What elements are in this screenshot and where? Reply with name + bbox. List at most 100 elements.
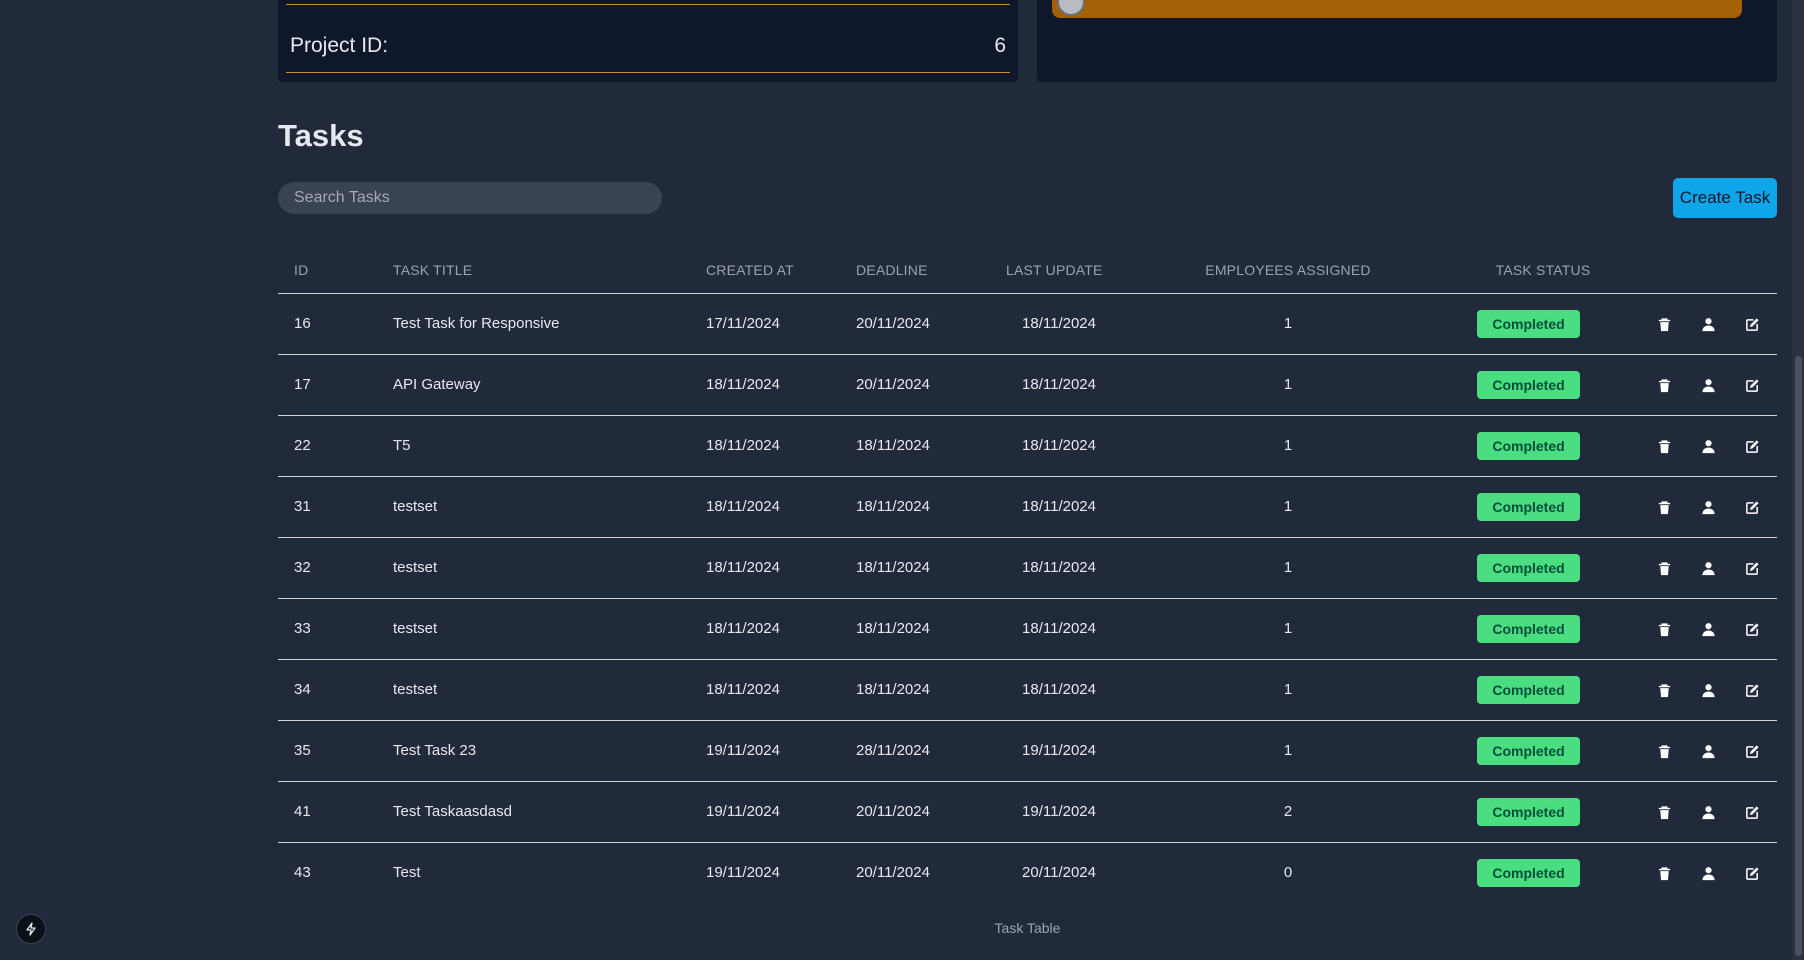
edit-task-button[interactable] [1741,496,1763,518]
edit-task-button[interactable] [1741,557,1763,579]
edit-task-button[interactable] [1741,374,1763,396]
bolt-icon [26,922,36,936]
task-created-at: 18/11/2024 [706,498,780,515]
delete-task-button[interactable] [1653,435,1675,457]
delete-task-button[interactable] [1653,313,1675,335]
edit-icon [1745,683,1760,698]
team-card [1037,0,1777,82]
assign-employee-button[interactable] [1697,496,1719,518]
assign-employee-button[interactable] [1697,618,1719,640]
trash-icon [1657,378,1672,393]
page-title: Tasks [278,118,364,153]
task-created-at: 18/11/2024 [706,376,780,393]
edit-task-button[interactable] [1741,862,1763,884]
task-employees-assigned: 1 [1283,620,1293,637]
edit-task-button[interactable] [1741,435,1763,457]
edit-icon [1745,866,1760,881]
task-deadline: 18/11/2024 [856,559,930,576]
task-id: 17 [294,376,311,393]
task-deadline: 20/11/2024 [856,376,930,393]
delete-task-button[interactable] [1653,679,1675,701]
dev-tools-button[interactable] [16,914,46,944]
task-deadline: 18/11/2024 [856,498,930,515]
sidebar [0,0,243,960]
task-last-update: 18/11/2024 [1022,559,1096,576]
assign-employee-button[interactable] [1697,740,1719,762]
assign-employee-button[interactable] [1697,862,1719,884]
edit-task-button[interactable] [1741,679,1763,701]
trash-icon [1657,622,1672,637]
delete-task-button[interactable] [1653,374,1675,396]
delete-task-button[interactable] [1653,496,1675,518]
task-created-at: 18/11/2024 [706,437,780,454]
task-employees-assigned: 1 [1283,498,1293,515]
task-created-at: 19/11/2024 [706,864,780,881]
task-last-update: 18/11/2024 [1022,376,1096,393]
task-title: testset [393,681,438,698]
assign-employee-button[interactable] [1697,679,1719,701]
task-deadline: 20/11/2024 [856,315,930,332]
edit-task-button[interactable] [1741,313,1763,335]
delete-task-button[interactable] [1653,618,1675,640]
task-id: 33 [294,620,311,637]
task-created-at: 18/11/2024 [706,559,780,576]
assign-employee-button[interactable] [1697,313,1719,335]
task-title: T5 [393,437,411,454]
task-employees-assigned: 1 [1283,559,1293,576]
task-id: 34 [294,681,311,698]
edit-icon [1745,439,1760,454]
status-badge: Completed [1477,859,1580,887]
delete-task-button[interactable] [1653,862,1675,884]
table-header: ID TASK TITLE CREATED AT DEADLINE LAST U… [278,250,1777,294]
status-badge: Completed [1477,798,1580,826]
task-created-at: 18/11/2024 [706,681,780,698]
table-caption: Task Table [994,920,1061,936]
edit-task-button[interactable] [1741,801,1763,823]
column-header-status: TASK STATUS [1495,262,1591,278]
table-row: 35 Test Task 23 19/11/2024 28/11/2024 19/11/… [278,721,1777,782]
user-icon [1701,439,1716,454]
task-last-update: 18/11/2024 [1022,681,1096,698]
task-employees-assigned: 2 [1283,803,1293,820]
status-badge: Completed [1477,493,1580,521]
table-row: 16 Test Task for Responsive 17/11/2024 20/1… [278,294,1777,355]
member-bar[interactable] [1052,0,1742,18]
assign-employee-button[interactable] [1697,801,1719,823]
assign-employee-button[interactable] [1697,374,1719,396]
search-input[interactable] [278,182,662,214]
status-badge: Completed [1477,676,1580,704]
edit-task-button[interactable] [1741,618,1763,640]
edit-icon [1745,378,1760,393]
delete-task-button[interactable] [1653,557,1675,579]
task-last-update: 18/11/2024 [1022,437,1096,454]
task-title: Test Task for Responsive [393,315,560,332]
scrollbar-thumb[interactable] [1795,356,1802,956]
edit-icon [1745,744,1760,759]
trash-icon [1657,744,1672,759]
assign-employee-button[interactable] [1697,435,1719,457]
user-icon [1701,683,1716,698]
trash-icon [1657,317,1672,332]
create-task-button[interactable]: Create Task [1673,178,1777,218]
task-employees-assigned: 1 [1283,315,1293,332]
task-last-update: 19/11/2024 [1022,742,1096,759]
user-icon [1701,500,1716,515]
table-row: 41 Test Taskaasdasd 19/11/2024 20/11/2024 19… [278,782,1777,843]
task-id: 41 [294,803,311,820]
edit-icon [1745,561,1760,576]
delete-task-button[interactable] [1653,801,1675,823]
task-title: testset [393,498,438,515]
column-header-deadline: DEADLINE [856,262,928,278]
trash-icon [1657,683,1672,698]
delete-task-button[interactable] [1653,740,1675,762]
status-badge: Completed [1477,615,1580,643]
task-employees-assigned: 1 [1283,681,1293,698]
column-header-id: ID [294,262,309,278]
project-id-label: Project ID: [290,34,389,57]
column-header-created: CREATED AT [706,262,794,278]
task-title: testset [393,559,438,576]
edit-task-button[interactable] [1741,740,1763,762]
task-last-update: 20/11/2024 [1022,864,1096,881]
assign-employee-button[interactable] [1697,557,1719,579]
task-created-at: 19/11/2024 [706,742,780,759]
